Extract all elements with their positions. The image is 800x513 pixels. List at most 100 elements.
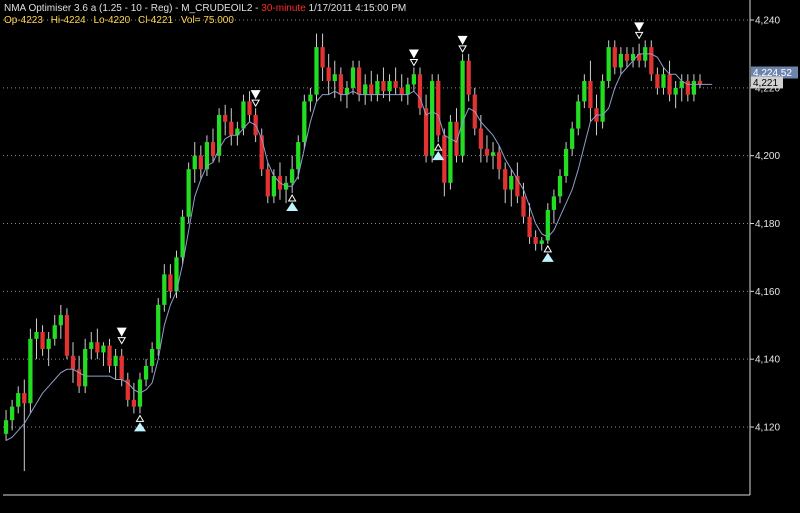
candle-body [661, 74, 666, 88]
candle [125, 372, 130, 407]
candle [667, 60, 672, 102]
candle-body [667, 74, 672, 95]
candle-body [496, 152, 502, 170]
candle [448, 114, 453, 190]
candle [618, 47, 623, 75]
candle [356, 60, 362, 102]
candle-body [83, 348, 88, 387]
candle-body [101, 345, 106, 353]
candle-body [223, 114, 228, 122]
sell-signal [116, 327, 127, 345]
candle [588, 60, 593, 122]
candle-body [162, 274, 167, 305]
candle [442, 128, 447, 197]
candle-body [673, 87, 678, 95]
y-tick-label: 4,140 [755, 355, 780, 366]
candle-body [356, 67, 362, 95]
candle-body [350, 67, 356, 88]
candle [387, 74, 392, 102]
y-tick-label: 4,200 [755, 151, 780, 162]
candle [369, 70, 374, 102]
candle-body [369, 84, 374, 95]
candle-body [387, 81, 392, 92]
candle [545, 203, 550, 244]
candle-body [484, 148, 490, 156]
buy-arrow [541, 252, 554, 262]
candle [557, 169, 563, 204]
candle-body [527, 216, 532, 238]
candle [350, 60, 356, 95]
buy-arrow-outline [543, 244, 553, 253]
candle [83, 338, 88, 394]
candle [58, 304, 63, 339]
candle [697, 74, 703, 88]
price-chart[interactable]: 4,1204,1404,1604,1804,2004,2204,240 4,22… [0, 0, 800, 509]
buy-signal [133, 414, 146, 432]
buy-signal [286, 193, 299, 211]
candle [363, 74, 368, 105]
candle [34, 318, 39, 360]
candle [576, 94, 581, 136]
candle [539, 237, 544, 251]
y-tick-label: 4,180 [755, 219, 780, 230]
candle-body [466, 60, 471, 95]
candle-body [46, 338, 51, 349]
buy-arrow-outline [433, 143, 443, 151]
candle [192, 142, 197, 183]
candle-body [393, 81, 398, 88]
candle [466, 53, 471, 102]
candle-body [131, 399, 137, 407]
candle [223, 104, 228, 136]
candle-body [89, 342, 94, 349]
y-tick-label: 4,120 [755, 423, 780, 434]
candle-body [290, 169, 295, 183]
candle [247, 91, 252, 122]
candle-body [52, 325, 57, 339]
low-value: Lo-4220 [93, 15, 131, 26]
candle-body [3, 420, 9, 434]
sell-arrow [634, 22, 645, 32]
candle [40, 325, 45, 356]
candle-body [521, 196, 526, 217]
sell-signal [457, 35, 468, 53]
open-value: Op-4223 [4, 15, 43, 26]
candle [375, 74, 380, 102]
candle [606, 40, 611, 88]
candle [673, 81, 678, 109]
candle [582, 74, 587, 109]
candle [417, 67, 423, 115]
candle-body [332, 74, 337, 82]
candle [156, 298, 161, 356]
candle-body [271, 176, 277, 197]
candle [685, 74, 690, 102]
candle [509, 169, 514, 207]
candle [405, 77, 410, 105]
candle [691, 74, 697, 102]
candle [503, 162, 508, 204]
candle-body [95, 342, 100, 353]
candle [216, 108, 222, 163]
candle [570, 121, 575, 156]
last-close-label: 4,221 [753, 78, 778, 89]
candle [338, 67, 343, 102]
candle-body [265, 169, 270, 197]
candle [314, 33, 319, 102]
sell-arrow-outline [409, 58, 419, 67]
candle-body [533, 237, 538, 244]
candle-body [186, 169, 191, 217]
buy-signal [541, 244, 554, 262]
close-value: Cl-4221 [138, 15, 174, 26]
candle-body [405, 84, 410, 95]
candle-body [64, 315, 70, 356]
candle-body [375, 81, 380, 95]
candle [496, 145, 502, 180]
candle [381, 67, 386, 99]
candle [393, 67, 398, 95]
chart-title: NMA Optimiser 3.6 a (1.25 - 10 - Reg) - … [4, 3, 262, 14]
candle-body [563, 148, 569, 177]
sell-arrow [116, 327, 127, 337]
candle-body [539, 240, 544, 244]
candle [283, 176, 289, 204]
candle [563, 142, 569, 183]
candle-body [503, 169, 508, 190]
